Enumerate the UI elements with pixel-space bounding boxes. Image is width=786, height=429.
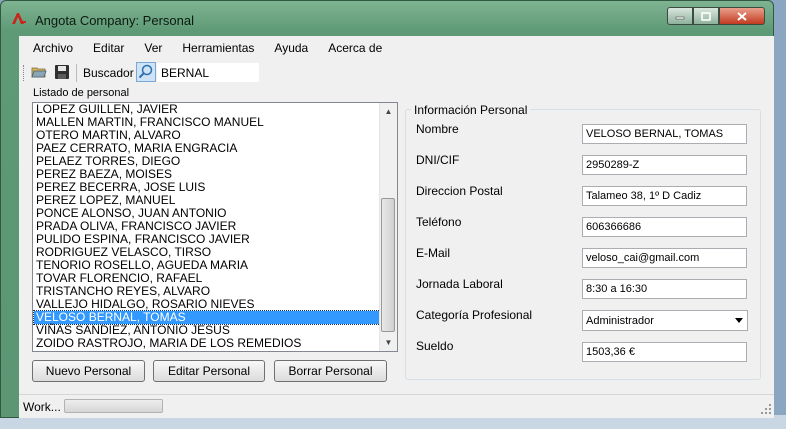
main-window: Angota Company: Personal Archivo Editar … [0, 0, 774, 418]
email-label: E-Mail [416, 246, 451, 260]
toolbar: Buscador [19, 60, 774, 85]
personnel-listbox[interactable]: LOPEZ GUILLEN, JAVIER MALLEN MARTIN, FRAN… [32, 102, 398, 352]
close-button[interactable] [719, 7, 765, 25]
new-personnel-button[interactable]: Nuevo Personal [32, 360, 145, 382]
list-title: Listado de personal [33, 87, 130, 99]
chevron-down-icon [735, 318, 743, 323]
list-scrollbar[interactable]: ▲ ▼ [379, 103, 397, 351]
category-value: Administrador [586, 315, 654, 327]
menu-editar[interactable]: Editar [85, 41, 132, 55]
search-button[interactable] [136, 62, 156, 82]
delete-personnel-button[interactable]: Borrar Personal [274, 360, 387, 382]
dni-field[interactable]: 2950289-Z [582, 155, 747, 175]
menu-archivo[interactable]: Archivo [25, 41, 81, 55]
progress-bar [64, 399, 163, 413]
search-icon [138, 64, 153, 79]
toolbar-grip[interactable] [23, 65, 27, 81]
scroll-thumb[interactable] [381, 198, 395, 332]
menu-herramientas[interactable]: Herramientas [174, 41, 262, 55]
salary-field[interactable]: 1503,36 € [582, 342, 747, 362]
list-item[interactable]: ZOIDO RASTROJO, MARIA DE LOS REMEDIOS [34, 337, 380, 350]
minimize-icon [675, 16, 685, 20]
personnel-list: LOPEZ GUILLEN, JAVIER MALLEN MARTIN, FRAN… [33, 103, 381, 350]
title-bar[interactable]: Angota Company: Personal [1, 1, 773, 35]
category-label: Categoría Profesional [416, 308, 533, 322]
app-logo-icon [12, 13, 26, 24]
menu-ver[interactable]: Ver [136, 41, 170, 55]
open-folder-icon[interactable] [31, 64, 47, 80]
scroll-up-icon[interactable]: ▲ [380, 103, 397, 120]
maximize-icon [701, 11, 711, 21]
email-field[interactable]: veloso_cai@gmail.com [582, 248, 747, 268]
search-label: Buscador [83, 66, 134, 80]
close-icon [737, 11, 747, 21]
category-select[interactable]: Administrador [582, 310, 748, 331]
toolbar-separator [76, 64, 77, 82]
maximize-button[interactable] [693, 7, 719, 25]
menu-bar: Archivo Editar Ver Herramientas Ayuda Ac… [19, 36, 774, 60]
salary-label: Sueldo [416, 339, 454, 353]
phone-field[interactable]: 606366686 [582, 217, 747, 237]
window-title: Angota Company: Personal [35, 13, 194, 28]
edit-personnel-button[interactable]: Editar Personal [153, 360, 265, 382]
minimize-button[interactable] [667, 7, 693, 25]
search-input[interactable] [157, 63, 259, 82]
save-icon[interactable] [54, 64, 70, 80]
personal-info-group [405, 109, 761, 380]
address-label: Direccion Postal [416, 184, 503, 198]
dni-label: DNI/CIF [416, 153, 460, 167]
name-label: Nombre [416, 122, 459, 136]
status-text: Work... [23, 400, 61, 414]
status-bar: Work... [19, 394, 774, 417]
name-field[interactable]: VELOSO BERNAL, TOMAS [582, 124, 747, 144]
schedule-label: Jornada Laboral [416, 277, 503, 291]
menu-ayuda[interactable]: Ayuda [266, 41, 316, 55]
address-field[interactable]: Talameo 38, 1º D Cadiz [582, 186, 747, 206]
menu-acerca-de[interactable]: Acerca de [320, 41, 390, 55]
client-area: Archivo Editar Ver Herramientas Ayuda Ac… [19, 36, 774, 418]
resize-grip-icon[interactable] [760, 403, 772, 415]
phone-label: Teléfono [416, 215, 462, 229]
personal-info-title: Información Personal [411, 103, 531, 117]
scroll-down-icon[interactable]: ▼ [380, 334, 397, 351]
schedule-field[interactable]: 8:30 a 16:30 [582, 279, 747, 299]
